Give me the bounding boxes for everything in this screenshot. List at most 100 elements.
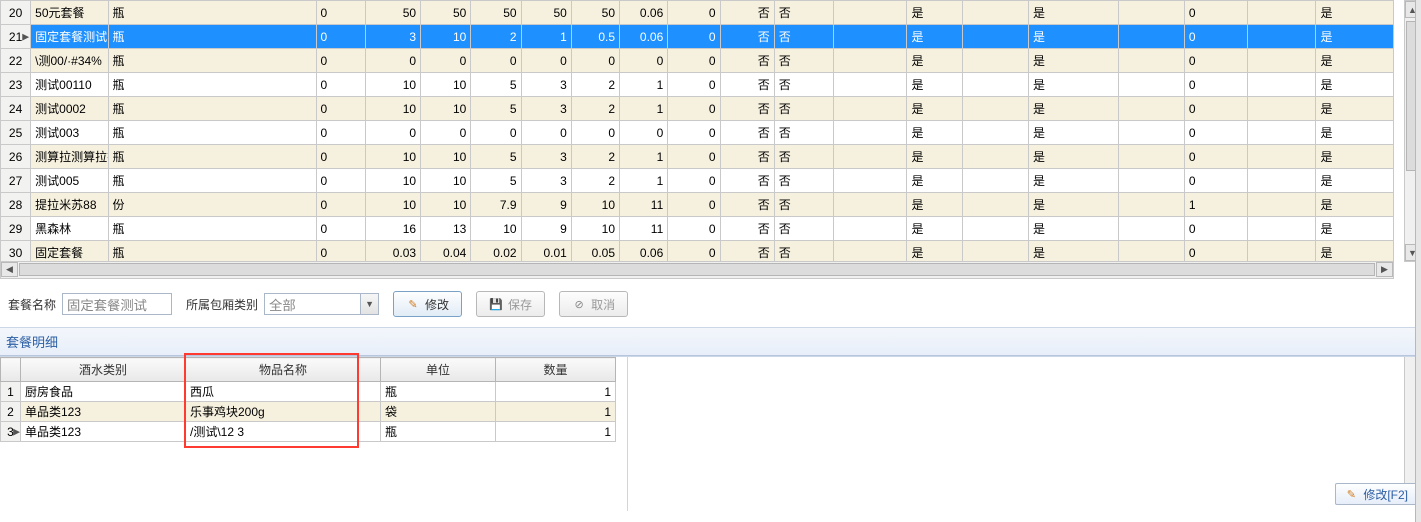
cell[interactable]	[1248, 121, 1316, 145]
cell[interactable]: 否	[720, 49, 774, 73]
cell[interactable]: 0	[421, 121, 471, 145]
cell[interactable]: 0	[316, 25, 365, 49]
cell[interactable]: 10	[421, 193, 471, 217]
column-header[interactable]: 数量	[496, 358, 616, 382]
cell[interactable]	[962, 25, 1028, 49]
cell[interactable]: 否	[720, 97, 774, 121]
cell[interactable]: 是	[1029, 121, 1119, 145]
column-header[interactable]	[1, 358, 21, 382]
cell[interactable]	[1119, 49, 1184, 73]
cell[interactable]: 瓶	[108, 241, 316, 263]
cell[interactable]: 0	[316, 145, 365, 169]
table-row[interactable]: 21▶固定套餐测试瓶0310210.50.060否否是是0是	[1, 25, 1394, 49]
cell[interactable]: /测试\12 3	[186, 422, 381, 442]
cell[interactable]: 0	[316, 73, 365, 97]
cell[interactable]	[962, 145, 1028, 169]
package-name-input[interactable]	[62, 293, 172, 315]
cell[interactable]: 0	[365, 49, 420, 73]
cell[interactable]: 是	[1029, 1, 1119, 25]
cell[interactable]: 10	[365, 97, 420, 121]
cell[interactable]: 7.9	[471, 193, 521, 217]
cell[interactable]: 0	[668, 73, 720, 97]
cell[interactable]	[962, 193, 1028, 217]
cell[interactable]	[1119, 145, 1184, 169]
cell[interactable]: 是	[907, 193, 962, 217]
cell[interactable]	[1248, 241, 1316, 263]
cell[interactable]	[1248, 145, 1316, 169]
save-button[interactable]: 💾 保存	[476, 291, 545, 317]
table-row[interactable]: 23 测试00110瓶0101053210否否是是0是	[1, 73, 1394, 97]
cell[interactable]	[834, 49, 907, 73]
cell[interactable]: 固定套餐测试	[31, 25, 108, 49]
cell[interactable]	[834, 217, 907, 241]
row-header[interactable]: 29	[1, 217, 31, 241]
table-row[interactable]: 28提拉米苏88份010107.9910110否否是是1是	[1, 193, 1394, 217]
cell[interactable]: 1	[620, 169, 668, 193]
cell[interactable]: 10	[421, 73, 471, 97]
cell[interactable]: 50	[365, 1, 420, 25]
cell[interactable]: 否	[774, 121, 833, 145]
cell[interactable]: 0	[1184, 217, 1247, 241]
cell[interactable]: 瓶	[108, 1, 316, 25]
table-row[interactable]: 2050元套餐瓶050505050500.060否否是是0是	[1, 1, 1394, 25]
cell[interactable]: 3	[365, 25, 420, 49]
cell[interactable]: 0	[1184, 73, 1247, 97]
cell[interactable]	[1248, 49, 1316, 73]
cell[interactable]: 0	[1184, 169, 1247, 193]
cell[interactable]: 11	[620, 193, 668, 217]
row-header[interactable]: 27	[1, 169, 31, 193]
cell[interactable]	[1248, 217, 1316, 241]
cell[interactable]: 0	[571, 121, 619, 145]
cell[interactable]	[834, 193, 907, 217]
cell[interactable]: 测试005	[31, 169, 108, 193]
cell[interactable]: 否	[720, 73, 774, 97]
cell[interactable]: 9	[521, 217, 571, 241]
row-header[interactable]: 21▶	[1, 25, 31, 49]
main-grid-horizontal-scrollbar[interactable]: ◀ ▶	[0, 262, 1394, 279]
cell[interactable]: 否	[720, 193, 774, 217]
cell[interactable]: 否	[720, 145, 774, 169]
column-header[interactable]: 物品名称	[186, 358, 381, 382]
cell[interactable]: 瓶	[108, 25, 316, 49]
cell[interactable]	[962, 217, 1028, 241]
row-header[interactable]: 22	[1, 49, 31, 73]
table-row[interactable]: 1厨房食品西瓜瓶1	[1, 382, 616, 402]
cell[interactable]: 否	[720, 1, 774, 25]
cell[interactable]: 单品类123	[21, 402, 186, 422]
cell[interactable]: 0	[1184, 1, 1247, 25]
cell[interactable]: 10	[421, 97, 471, 121]
row-header[interactable]: 26	[1, 145, 31, 169]
cell[interactable]: 否	[774, 49, 833, 73]
cell[interactable]: 单品类123	[21, 422, 186, 442]
cell[interactable]: 5	[471, 97, 521, 121]
detail-data-grid[interactable]: 酒水类别物品名称单位数量1厨房食品西瓜瓶12单品类123乐事鸡块200g袋13▶…	[0, 357, 616, 442]
cell[interactable]: 是	[1029, 217, 1119, 241]
cell[interactable]	[834, 169, 907, 193]
cell[interactable]: 10	[421, 25, 471, 49]
cell[interactable]: 是	[1029, 241, 1119, 263]
cell[interactable]: 1	[620, 73, 668, 97]
cell[interactable]: 固定套餐	[31, 241, 108, 263]
cell[interactable]	[1248, 193, 1316, 217]
cell[interactable]: 0	[316, 217, 365, 241]
cell[interactable]	[1248, 25, 1316, 49]
row-header[interactable]: 20	[1, 1, 31, 25]
cell[interactable]: 0	[620, 49, 668, 73]
cell[interactable]	[1119, 169, 1184, 193]
table-row[interactable]: 25测试003瓶00000000否否是是0是	[1, 121, 1394, 145]
cell[interactable]: 13	[421, 217, 471, 241]
row-header[interactable]: 23	[1, 73, 31, 97]
cell[interactable]	[1119, 121, 1184, 145]
cell[interactable]: 0	[521, 121, 571, 145]
cell[interactable]: 否	[720, 25, 774, 49]
cell[interactable]	[1248, 169, 1316, 193]
table-row[interactable]: 3▶单品类123/测试\12 3瓶1	[1, 422, 616, 442]
cell[interactable]: 0	[1184, 25, 1247, 49]
cell[interactable]: 提拉米苏88	[31, 193, 108, 217]
cell[interactable]	[834, 25, 907, 49]
cell[interactable]: 是	[907, 145, 962, 169]
cell[interactable]: 0	[620, 121, 668, 145]
scroll-left-icon[interactable]: ◀	[1, 262, 18, 277]
cell[interactable]: 是	[1029, 145, 1119, 169]
cell[interactable]	[834, 97, 907, 121]
